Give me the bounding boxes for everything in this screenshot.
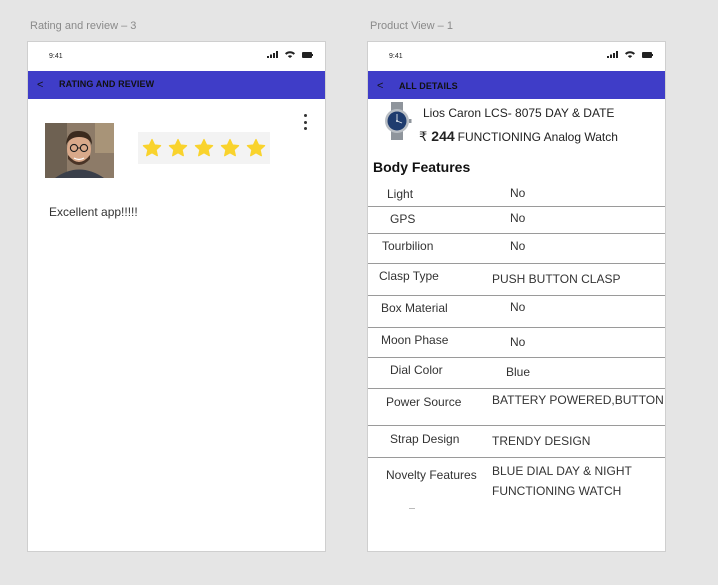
battery-icon [302,51,313,58]
header-bar: < ALL DETAILS [368,71,665,99]
spec-value: PUSH BUTTON CLASP [492,272,621,286]
avatar [45,123,114,178]
row-divider [368,233,665,234]
header-bar: < RATING AND REVIEW [28,71,325,99]
spec-label: GPS [390,212,416,226]
product-screen: 9:41 < ALL DETAILS Lios Caron LCS- 8075 … [367,41,666,552]
wifi-icon [625,51,635,58]
row-divider [368,357,665,358]
spec-label: Dial Color [390,363,443,377]
row-divider [368,206,665,207]
back-button[interactable]: < [37,79,43,91]
star-icon[interactable] [168,138,188,158]
row-divider [368,263,665,264]
spec-label: Strap Design [390,432,460,446]
spec-value: No [510,300,526,314]
row-divider [368,388,665,389]
price-line: ₹244 FUNCTIONING Analog Watch [419,128,618,145]
spec-value: No [510,239,526,253]
star-icon[interactable] [194,138,214,158]
page-title: RATING AND REVIEW [59,79,155,89]
spec-value: Blue [506,365,531,379]
status-bar: 9:41 [28,42,325,72]
status-time: 9:41 [49,53,63,60]
product-price: 244 [431,128,455,144]
spec-value: TRENDY DESIGN [492,434,591,448]
product-name: Lios Caron LCS- 8075 DAY & DATE [423,106,615,120]
star-icon[interactable] [220,138,240,158]
star-rating[interactable] [138,132,270,164]
spec-value: No [510,211,526,225]
section-title: Body Features [373,159,471,175]
review-text: Excellent app!!!!! [49,205,138,219]
spec-value: BLUE DIAL DAY & NIGHT FUNCTIONING WATCH [492,464,632,498]
star-icon[interactable] [142,138,162,158]
product-subtitle: FUNCTIONING Analog Watch [457,130,618,144]
star-icon[interactable] [246,138,266,158]
battery-icon [642,51,653,58]
row-divider [368,295,665,296]
rupee-icon: ₹ [419,129,428,144]
spec-value: BATTERY POWERED,BUTTON CELL [492,393,665,407]
rating-screen: 9:41 < RATING AND REVIEW Excellent app!!… [27,41,326,552]
row-divider [368,457,665,458]
more-vert-icon[interactable] [302,114,308,130]
spec-label: Clasp Type [379,269,439,283]
status-time: 9:41 [389,53,403,60]
signal-icon [267,51,278,58]
spec-label: Power Source [386,395,462,409]
back-button[interactable]: < [377,80,383,92]
frame-label-rating: Rating and review – 3 [30,20,137,32]
wifi-icon [285,51,295,58]
spec-label: Moon Phase [381,333,449,347]
product-image [385,102,412,140]
signal-icon [607,51,618,58]
spec-value: No [510,186,526,200]
page-title: ALL DETAILS [399,81,458,91]
spec-label: Novelty Features [386,468,477,482]
status-bar: 9:41 [368,42,665,72]
frame-label-product: Product View – 1 [370,20,453,32]
spec-label: Box Material [381,301,448,315]
row-divider [368,425,665,426]
divider [409,508,415,509]
row-divider [368,327,665,328]
spec-label: Light [387,187,414,201]
spec-value: No [510,335,526,349]
spec-label: Tourbilion [382,239,434,253]
